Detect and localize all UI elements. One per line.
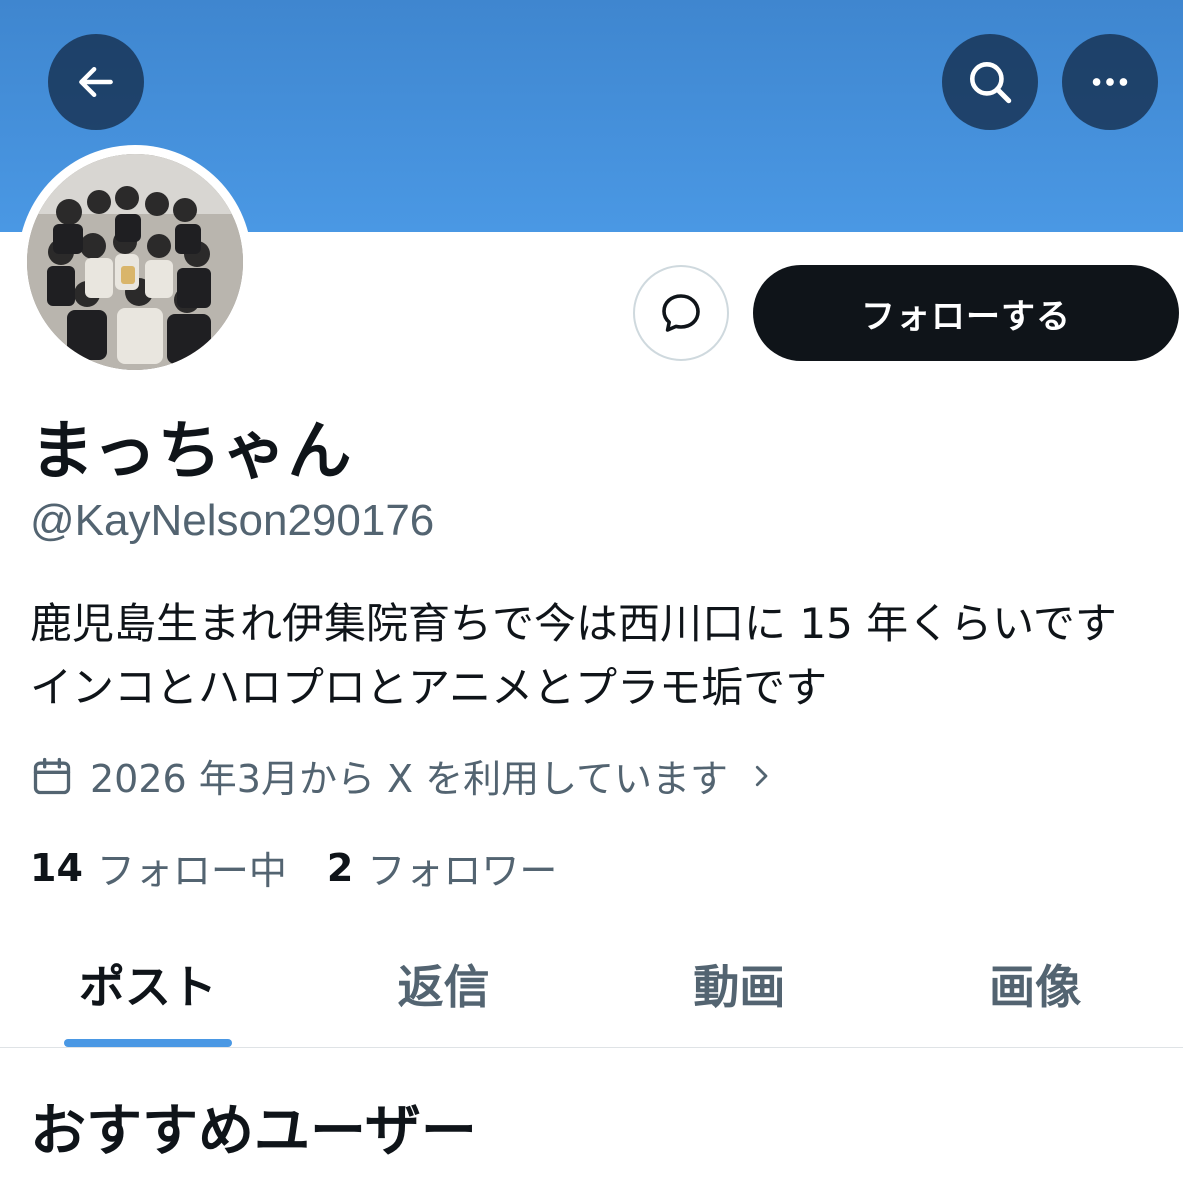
followers-label: フォロワー [367,849,558,893]
tab-label: 画像 [989,959,1082,1014]
tab-label: ポスト [78,959,217,1014]
following-label: フォロー中 [96,849,287,893]
tab-posts[interactable]: ポスト [0,920,296,1047]
followers-link[interactable]: 2 フォロワー [327,840,557,895]
arrow-left-icon [79,66,113,98]
following-link[interactable]: 14 フォロー中 [30,840,287,895]
message-button[interactable] [633,265,729,361]
chevron-right-icon [755,765,768,786]
avatar[interactable] [27,154,243,370]
profile-bio: 鹿児島生まれ伊集院育ちで今は西川口に 15 年くらいです インコとハロプロとアニ… [30,599,1117,712]
display-name: まっちゃん [30,415,353,489]
followers-count: 2 [326,845,354,890]
active-tab-indicator [63,1039,232,1047]
tab-replies[interactable]: 返信 [296,920,592,1047]
tab-label: 返信 [397,959,490,1014]
tab-videos[interactable]: 動画 [592,920,888,1047]
tab-images[interactable]: 画像 [887,920,1183,1047]
more-button[interactable] [1062,34,1158,130]
joined-date-row[interactable]: 2026 年3月から X を利用しています [30,748,776,803]
user-handle: @KayNelson290176 [30,496,435,545]
search-icon [970,62,1012,104]
following-count: 14 [30,845,83,890]
search-button[interactable] [942,34,1038,130]
follow-button[interactable]: フォローする [753,265,1179,361]
more-horizontal-icon [1092,78,1128,86]
follow-counts: 14 フォロー中 2 フォロワー [30,840,597,895]
profile-tabs: ポスト 返信 動画 画像 [0,920,1183,1048]
calendar-icon [33,757,71,794]
back-button[interactable] [48,34,144,130]
message-bubble-icon [662,294,700,332]
tab-label: 動画 [693,959,786,1014]
avatar-frame [18,145,252,379]
avatar-photo [27,154,243,370]
joined-date-text: 2026 年3月から X を利用しています [90,757,729,801]
recommended-users-heading: おすすめユーザー [30,1099,477,1164]
